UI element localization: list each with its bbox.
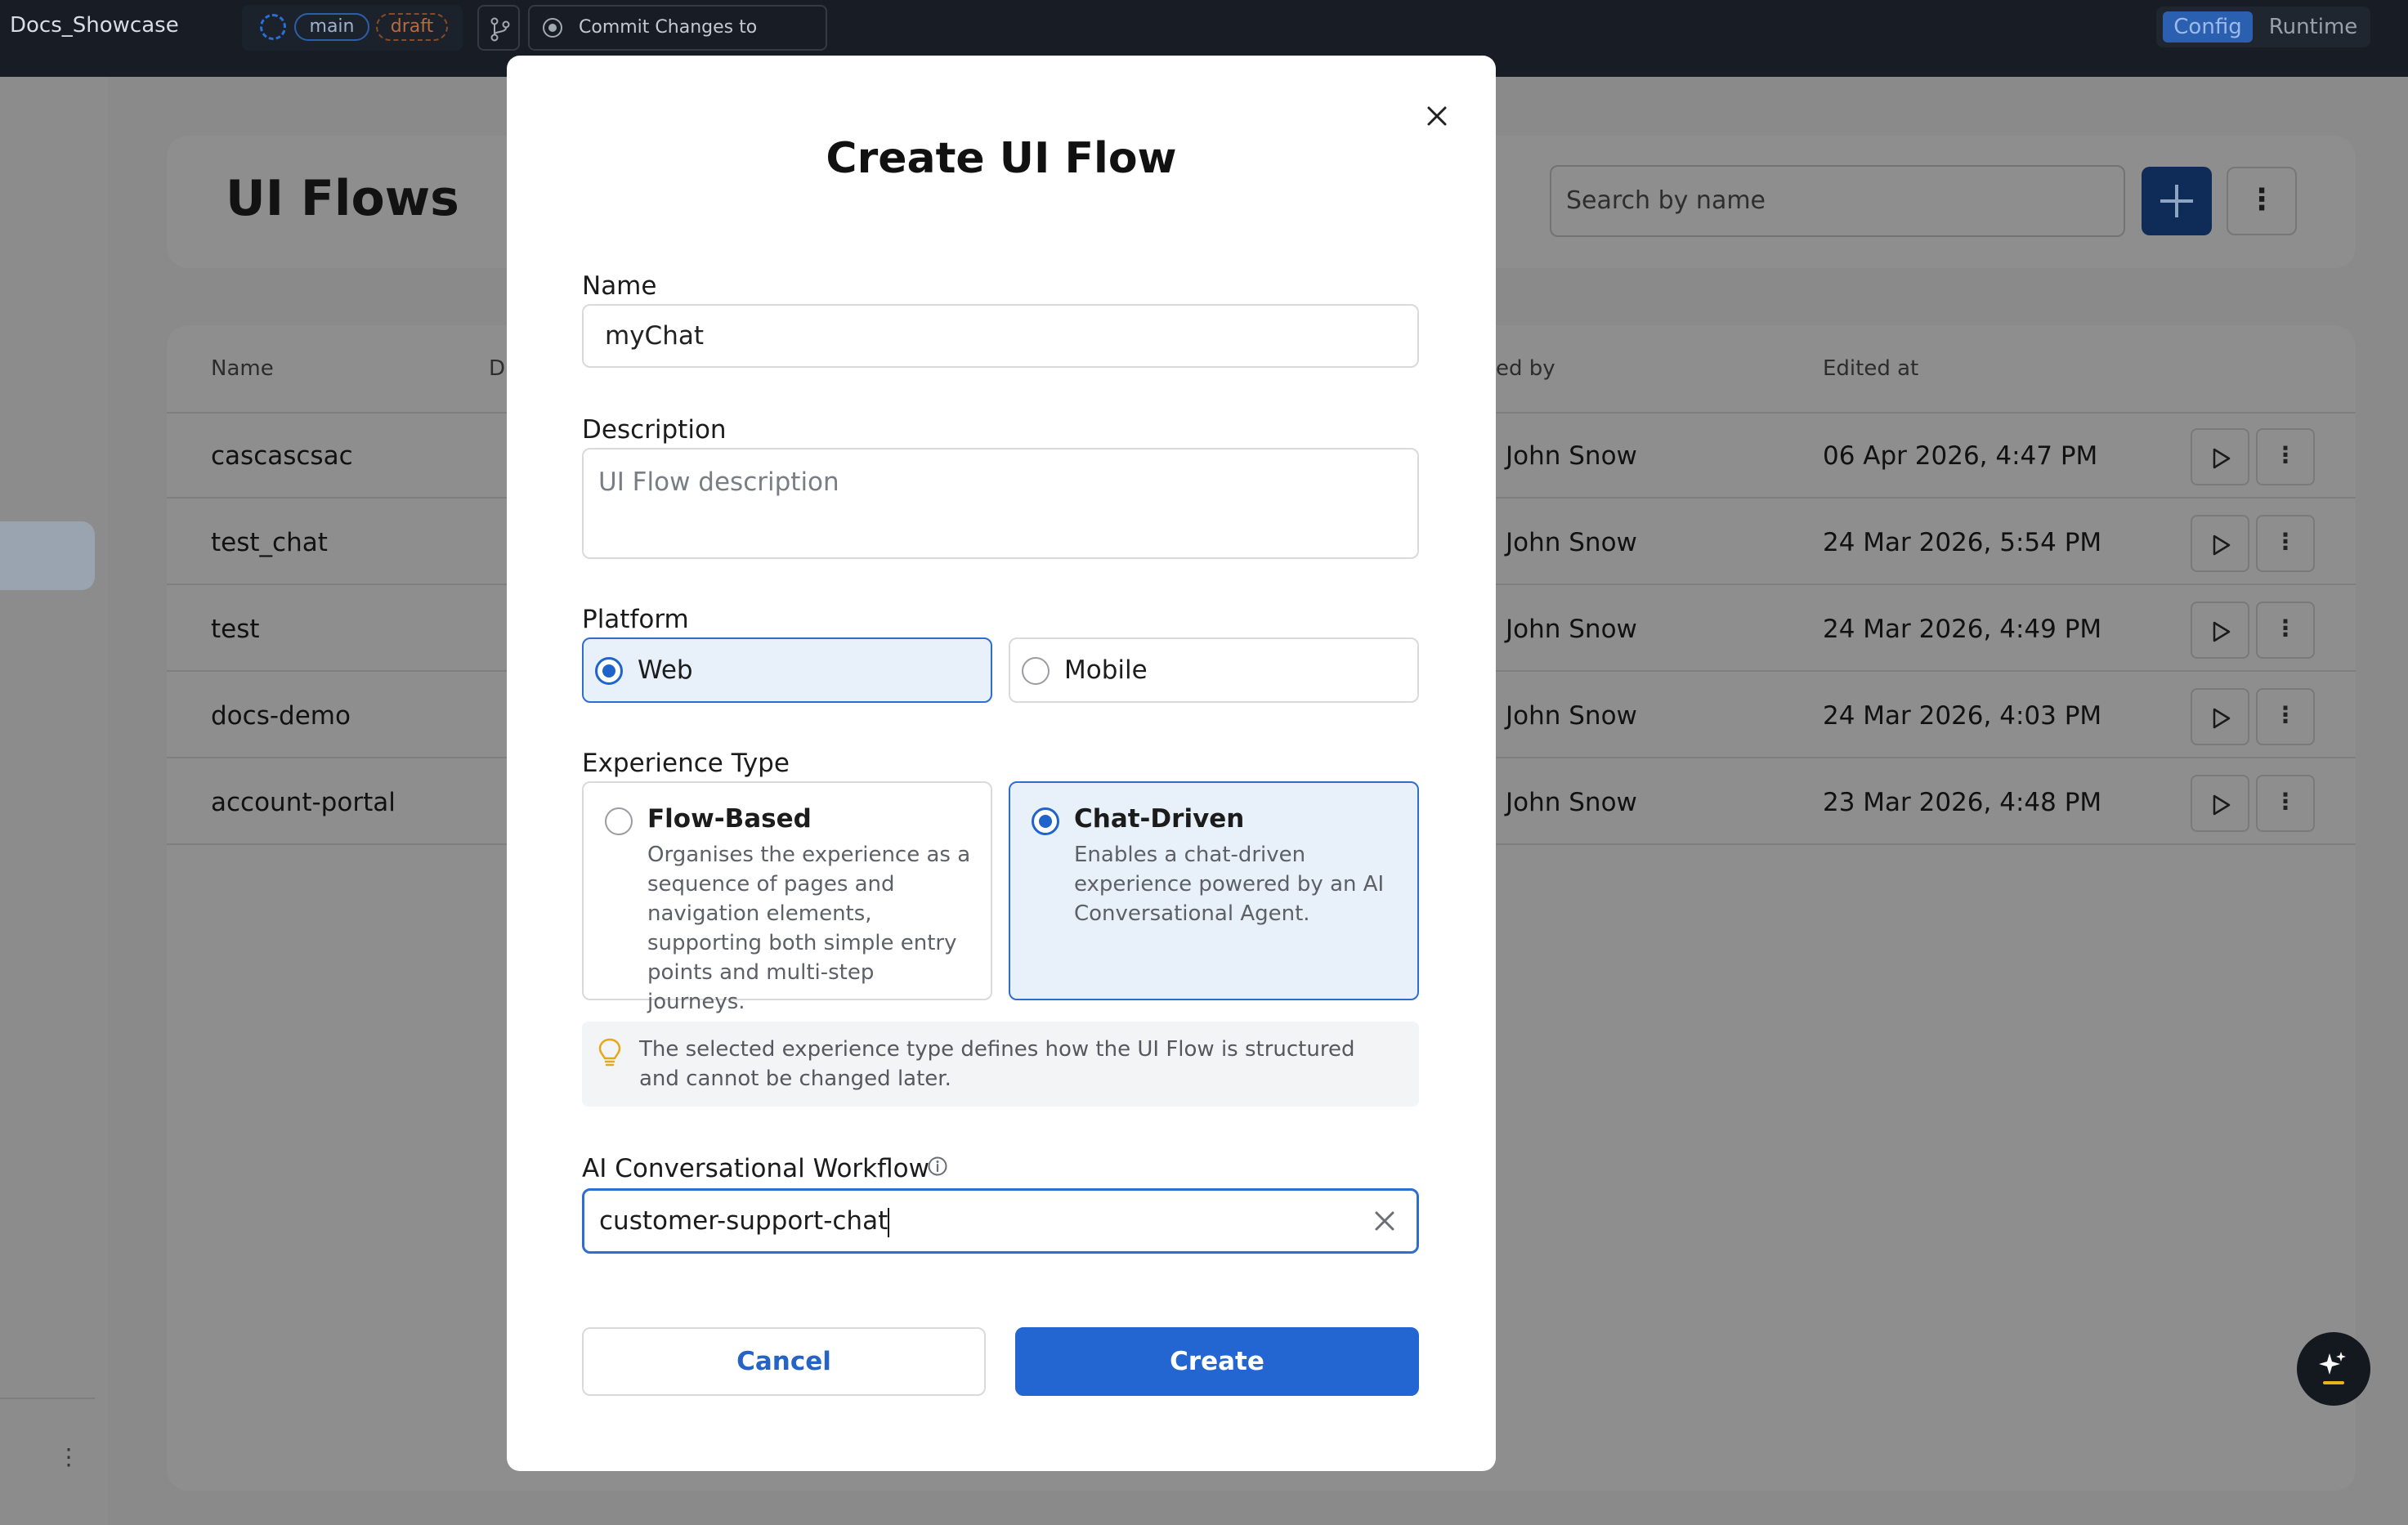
play-icon: [2213, 794, 2231, 816]
row-edited-by: John Snow: [1506, 615, 1637, 644]
column-header-description[interactable]: D: [489, 356, 505, 381]
play-icon: [2213, 534, 2231, 556]
radio-mobile[interactable]: [1022, 657, 1050, 685]
play-icon: [2213, 448, 2231, 469]
workflow-label: AI Conversational Workflow: [582, 1154, 929, 1183]
kebab-icon: ⋮: [2274, 615, 2297, 642]
branch-icon: [490, 17, 510, 42]
run-button[interactable]: [2191, 775, 2249, 832]
row-name[interactable]: account-portal: [211, 788, 396, 817]
row-name[interactable]: test: [211, 615, 260, 644]
app-title[interactable]: Docs_Showcase: [10, 13, 179, 38]
row-edited-by: John Snow: [1506, 788, 1637, 817]
chat-driven-title: Chat-Driven: [1074, 804, 1245, 834]
column-header-edited-at[interactable]: Edited at: [1823, 356, 1918, 381]
description-field[interactable]: UI Flow description: [582, 448, 1419, 559]
branch-badge[interactable]: main: [294, 13, 369, 41]
mode-runtime-button[interactable]: Runtime: [2263, 11, 2364, 42]
chat-driven-description: Enables a chat-driven experience powered…: [1074, 843, 1385, 926]
row-edited-at: 24 Mar 2026, 4:03 PM: [1823, 701, 2102, 731]
name-label: Name: [582, 271, 657, 301]
column-header-edited-by[interactable]: ed by: [1496, 356, 1555, 381]
text-caret: [888, 1207, 890, 1237]
radio-chat-driven[interactable]: [1032, 807, 1059, 835]
ai-assistant-button[interactable]: [2297, 1332, 2370, 1406]
workflow-field[interactable]: customer-support-chat: [582, 1188, 1419, 1254]
ai-sparkle-icon: [2319, 1352, 2346, 1384]
close-button[interactable]: [1417, 96, 1457, 136]
platform-option-mobile[interactable]: Mobile: [1009, 637, 1419, 703]
mode-toggle: Config Runtime: [2156, 7, 2370, 47]
sidebar: [0, 77, 108, 1525]
play-icon: [2213, 621, 2231, 642]
radio-web[interactable]: [595, 657, 623, 685]
kebab-icon: ⋮: [2247, 183, 2276, 217]
column-header-name[interactable]: Name: [211, 356, 274, 381]
row-name[interactable]: test_chat: [211, 528, 328, 557]
row-edited-at: 24 Mar 2026, 4:49 PM: [1823, 615, 2102, 644]
run-button[interactable]: [2191, 428, 2249, 485]
kebab-icon: ⋮: [2274, 528, 2297, 555]
run-button[interactable]: [2191, 602, 2249, 659]
platform-web-label: Web: [638, 655, 693, 685]
row-edited-by: John Snow: [1506, 701, 1637, 731]
sidebar-item-active[interactable]: [0, 521, 95, 590]
workflow-value: customer-support-chat: [599, 1206, 888, 1236]
row-menu-button[interactable]: ⋮: [2256, 688, 2315, 745]
row-menu-button[interactable]: ⋮: [2256, 775, 2315, 832]
experience-type-label: Experience Type: [582, 749, 790, 778]
row-name[interactable]: cascascsac: [211, 441, 353, 471]
row-menu-button[interactable]: ⋮: [2256, 602, 2315, 659]
create-button[interactable]: Create: [1015, 1327, 1419, 1396]
row-edited-by: John Snow: [1506, 528, 1637, 557]
cancel-button[interactable]: Cancel: [582, 1327, 986, 1396]
platform-option-web[interactable]: Web: [582, 637, 992, 703]
commit-changes-button[interactable]: Commit Changes to Version: [528, 5, 827, 80]
search-input[interactable]: Search by name: [1550, 165, 2125, 237]
clear-icon[interactable]: [1368, 1205, 1401, 1237]
row-name[interactable]: docs-demo: [211, 701, 351, 731]
experience-option-chat-driven[interactable]: Chat-Driven Enables a chat-driven experi…: [1009, 781, 1419, 1000]
more-options-button[interactable]: ⋮: [2227, 167, 2297, 235]
row-menu-button[interactable]: ⋮: [2256, 515, 2315, 572]
platform-label: Platform: [582, 605, 689, 634]
description-label: Description: [582, 415, 727, 445]
sidebar-divider: [0, 1398, 95, 1399]
play-icon: [2213, 708, 2231, 729]
mode-config-button[interactable]: Config: [2163, 11, 2253, 42]
row-edited-at: 06 Apr 2026, 4:47 PM: [1823, 441, 2098, 471]
commit-icon: [543, 18, 562, 38]
kebab-icon: ⋮: [2274, 701, 2297, 728]
row-edited-at: 24 Mar 2026, 5:54 PM: [1823, 528, 2102, 557]
platform-mobile-label: Mobile: [1064, 655, 1148, 685]
bulb-icon: [598, 1038, 621, 1067]
sidebar-kebab-icon[interactable]: ⋮: [57, 1443, 80, 1470]
row-edited-at: 23 Mar 2026, 4:48 PM: [1823, 788, 2102, 817]
flow-based-title: Flow-Based: [647, 804, 812, 834]
radio-flow-based[interactable]: [605, 807, 633, 835]
page-title: UI Flows: [226, 170, 459, 227]
experience-option-flow-based[interactable]: Flow-Based Organises the experience as a…: [582, 781, 992, 1014]
add-flow-button[interactable]: [2142, 167, 2212, 235]
run-button[interactable]: [2191, 515, 2249, 572]
info-icon[interactable]: [927, 1156, 948, 1177]
ring-icon: [260, 14, 286, 40]
name-field[interactable]: myChat: [582, 304, 1419, 368]
info-text: The selected experience type defines how…: [639, 1037, 1355, 1091]
flow-based-description: Organises the experience as a sequence o…: [647, 843, 971, 1014]
kebab-icon: ⋮: [2274, 441, 2297, 468]
close-icon: [1427, 106, 1447, 126]
branch-button[interactable]: [477, 5, 520, 51]
draft-badge: draft: [376, 13, 448, 41]
dialog-title: Create UI Flow: [826, 134, 1177, 183]
row-edited-by: John Snow: [1506, 441, 1637, 471]
kebab-icon: ⋮: [2274, 788, 2297, 815]
row-menu-button[interactable]: ⋮: [2256, 428, 2315, 485]
run-button[interactable]: [2191, 688, 2249, 745]
